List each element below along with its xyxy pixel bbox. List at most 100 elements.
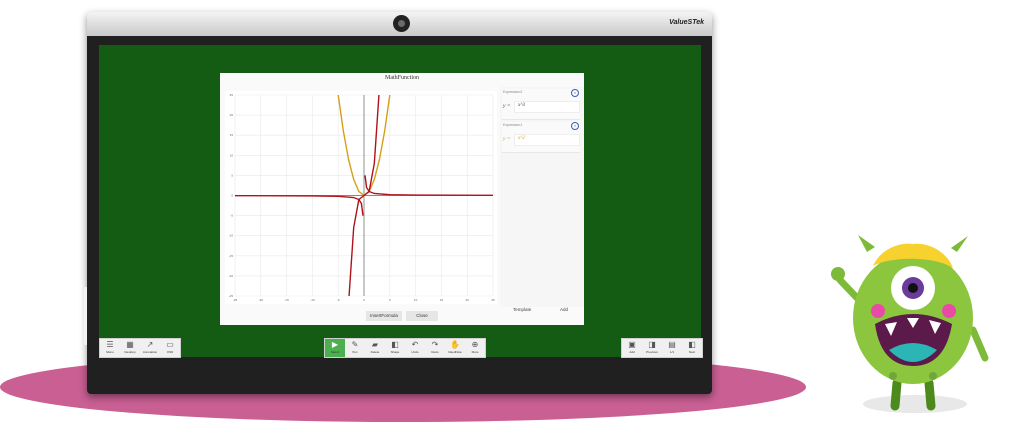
y-tick-label: -20: [229, 274, 234, 278]
osd-button[interactable]: ▭ OSD: [160, 339, 180, 357]
previous-label: Previous: [646, 350, 658, 354]
x-tick-label: -25: [233, 298, 238, 302]
delete-button[interactable]: ▰ Delete: [365, 339, 385, 357]
expression-1-input[interactable]: x^2: [514, 134, 580, 146]
function-plot[interactable]: -25 -20 -15 -10 -5 0 5 10 15 20 25 25 20 15 10 5 0 -5 -10 -…: [225, 91, 497, 304]
eraser-icon: ▰: [371, 340, 379, 349]
insert-formula-button[interactable]: InsertFormula: [366, 311, 402, 321]
add-page-label: Add: [629, 350, 635, 354]
page-count-label: 1/1: [669, 350, 675, 354]
desktop-icon: ▦: [126, 340, 134, 349]
x-tick-label: 0: [363, 298, 365, 302]
expression-2-prefix: y =: [503, 103, 511, 109]
menu-button[interactable]: ☰ Menu: [100, 339, 120, 357]
redo-icon: ↷: [431, 340, 439, 349]
next-label: Next: [688, 350, 696, 354]
inked-note-label: InkedNote: [448, 350, 462, 354]
taskbar-left: ☰ Menu ▦ Desktop ↗ Annotation ▭ OSD: [99, 338, 181, 358]
y-tick-label: 25: [230, 93, 234, 97]
add-page-icon: ▣: [628, 340, 636, 349]
interactive-display: ValueSTek MathFunction -25 -20 -15 -10 -5 0 5 1…: [84, 12, 712, 394]
add-page-button[interactable]: ▣ Add: [622, 339, 642, 357]
y-tick-label: 0: [231, 194, 233, 198]
select-label: Select: [330, 350, 340, 354]
x-tick-label: 25: [491, 298, 495, 302]
pen-button[interactable]: ✎ Pen: [345, 339, 365, 357]
expression-1-prefix: y =: [503, 136, 511, 142]
redo-button[interactable]: ↷ Redo: [425, 339, 445, 357]
select-button[interactable]: ▶ Select: [325, 339, 345, 357]
cursor-icon: ▶: [331, 340, 339, 349]
function-graph[interactable]: -25 -20 -15 -10 -5 0 5 10 15 20 25 25 20 15 10 5 0 -5 -10 -…: [225, 91, 497, 304]
desktop-label: Desktop: [124, 350, 136, 354]
monster-mascot-illustration: [831, 235, 989, 413]
x-tick-label: -15: [284, 298, 289, 302]
redo-label: Redo: [431, 350, 439, 354]
series-line-2-a: [235, 194, 364, 216]
y-tick-label: 20: [230, 113, 234, 117]
x-tick-label: 20: [466, 298, 470, 302]
add-button[interactable]: Add: [560, 307, 568, 312]
y-tick-label: 10: [230, 153, 234, 157]
shape-button[interactable]: ◧ Shape: [385, 339, 405, 357]
shape-label: Shape: [390, 350, 400, 354]
y-tick-label: -15: [229, 254, 234, 258]
y-tick-label: 15: [230, 133, 234, 137]
next-page-button[interactable]: ◧ Next: [682, 339, 702, 357]
expression-2-value: x^3: [518, 103, 525, 108]
math-function-dialog: MathFunction -25 -20 -15 -10 -5 0 5 10 15 20 25 25 2…: [220, 73, 584, 325]
x-tick-label: -20: [259, 298, 264, 302]
x-tick-label: -10: [310, 298, 315, 302]
taskbar-right: ▣ Add ◨ Previous ▤ 1/1 ◧ Next: [621, 338, 703, 358]
more-label: More: [471, 350, 479, 354]
page-indicator[interactable]: ▤ 1/1: [662, 339, 682, 357]
top-bezel: ValueSTek: [87, 12, 712, 36]
x-tick-label: 15: [440, 298, 444, 302]
more-button[interactable]: ⊕ More: [465, 339, 485, 357]
close-button[interactable]: Close: [406, 311, 438, 321]
series-line-2-b: [364, 175, 493, 197]
inked-note-button[interactable]: ✋ InkedNote: [445, 339, 465, 357]
y-tick-label: -5: [230, 214, 233, 218]
x-tick-label: -5: [337, 298, 340, 302]
close-icon[interactable]: ×: [571, 89, 579, 97]
annotation-button[interactable]: ↗ Annotation: [140, 339, 160, 357]
expression-1-label: Expression1: [503, 123, 523, 127]
expression-1-value: x^2: [518, 136, 525, 141]
close-icon[interactable]: ×: [571, 122, 579, 130]
pages-icon: ▤: [668, 340, 676, 349]
taskbar-center: ▶ Select ✎ Pen ▰ Delete ◧ Shape ↶ Undo ↷…: [324, 338, 486, 358]
previous-page-button[interactable]: ◨ Previous: [642, 339, 662, 357]
undo-icon: ↶: [411, 340, 419, 349]
menu-icon: ☰: [106, 340, 114, 349]
x-tick-label: 10: [414, 298, 418, 302]
expression-panel: Expression2 × y = x^3 Expression1 × y = …: [500, 87, 584, 312]
dialog-title: MathFunction: [385, 75, 419, 81]
y-tick-label: 5: [231, 173, 233, 177]
undo-button[interactable]: ↶ Undo: [405, 339, 425, 357]
pen-label: Pen: [352, 350, 358, 354]
expression-1-card[interactable]: Expression1 × y = x^2: [502, 122, 580, 153]
brand-logo: ValueSTek: [669, 19, 704, 26]
osd-label: OSD: [166, 350, 174, 354]
template-button[interactable]: Template: [513, 307, 531, 312]
annotation-label: Annotation: [142, 350, 158, 354]
x-tick-label: 5: [389, 298, 391, 302]
previous-icon: ◨: [648, 340, 656, 349]
desktop-button[interactable]: ▦ Desktop: [120, 339, 140, 357]
pen-icon: ✎: [351, 340, 359, 349]
camera-icon: [393, 15, 410, 32]
side-indicator: [84, 287, 87, 345]
annotation-icon: ↗: [146, 340, 154, 349]
menu-label: Menu: [106, 350, 114, 354]
y-tick-label: -10: [229, 234, 234, 238]
delete-label: Delete: [370, 350, 380, 354]
next-icon: ◧: [688, 340, 696, 349]
osd-icon: ▭: [166, 340, 174, 349]
expression-2-card[interactable]: Expression2 × y = x^3: [502, 89, 580, 120]
shape-icon: ◧: [391, 340, 399, 349]
more-icon: ⊕: [471, 340, 479, 349]
expression-2-input[interactable]: x^3: [514, 101, 580, 113]
undo-label: Undo: [411, 350, 419, 354]
whiteboard-canvas[interactable]: MathFunction -25 -20 -15 -10 -5 0 5 10 15 20 25 25 2…: [99, 45, 701, 357]
